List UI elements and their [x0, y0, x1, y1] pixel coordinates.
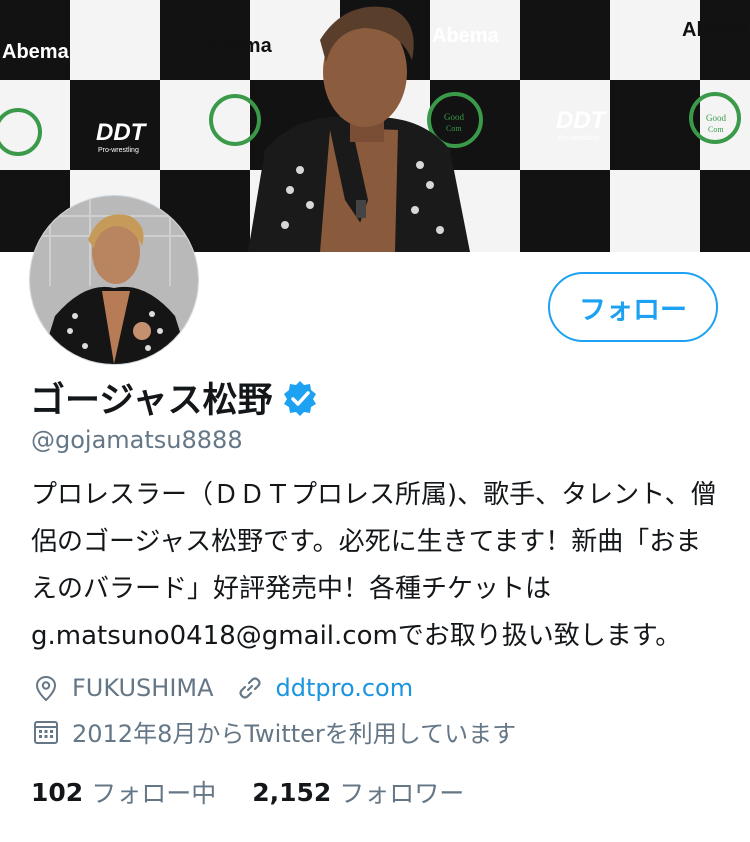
following-stat[interactable]: 102 フォロー中: [31, 774, 216, 810]
banner-check-tile: [0, 80, 70, 170]
followers-count: 2,152: [252, 777, 332, 807]
banner-check-tile: [0, 0, 70, 80]
followers-stat[interactable]: 2,152 フォロワー: [252, 774, 464, 810]
display-name: ゴージャス松野: [30, 381, 273, 421]
following-label: フォロー中: [91, 779, 217, 808]
banner-abema-text: Abema: [682, 19, 750, 41]
banner-check-tile: [70, 0, 160, 80]
banner-check-tile: [610, 170, 700, 252]
profile-handle: @gojamatsu8888: [31, 426, 243, 454]
joined-text: 2012年8月からTwitterを利用しています: [72, 720, 517, 748]
location-text: FUKUSHIMA: [72, 674, 214, 702]
profile-name-row: ゴージャス松野: [30, 372, 319, 423]
banner-check-tile: [520, 0, 610, 80]
following-count: 102: [31, 777, 84, 807]
banner-prowrestling-text: Pro-wrestling: [98, 147, 139, 154]
banner-ddt-text: DDT: [556, 107, 608, 134]
banner-abema-text: Abema: [432, 25, 500, 47]
banner-good-text: Good: [706, 113, 726, 123]
profile-stats: 102 フォロー中 2,152 フォロワー: [31, 774, 464, 810]
avatar-image: [30, 196, 198, 364]
location-pin-icon: [35, 675, 57, 702]
profile-bio: プロレスラー（ＤＤＴプロレス所属)、歌手、タレント、僧侶のゴージャス松野です。必…: [31, 480, 717, 651]
website-link[interactable]: ddtpro.com: [276, 674, 414, 702]
banner-com-text: Com: [446, 124, 462, 133]
banner-prowrestling-text: Pro-wrestling: [558, 135, 599, 142]
profile-meta-location: FUKUSHIMA ddtpro.com: [32, 674, 413, 702]
banner-check-tile: [610, 80, 700, 170]
banner-ddt-text: DDT: [96, 119, 148, 146]
profile-avatar[interactable]: [30, 196, 198, 364]
profile-meta-joined: 2012年8月からTwitterを利用しています: [32, 714, 516, 749]
banner-abema-text: Abema: [205, 35, 273, 57]
banner-com-text: Com: [708, 125, 724, 134]
banner-check-tile: [520, 170, 610, 252]
banner-abema-text: Abema: [2, 41, 70, 63]
banner-check-tile: [700, 170, 750, 252]
banner-good-text: Good: [444, 112, 464, 122]
link-icon: [238, 677, 261, 699]
verified-badge-icon: [283, 380, 316, 416]
banner-check-tile: [160, 80, 250, 170]
calendar-icon: [34, 720, 58, 744]
followers-label: フォロワー: [339, 779, 465, 808]
follow-button[interactable]: フォロー: [548, 272, 718, 342]
